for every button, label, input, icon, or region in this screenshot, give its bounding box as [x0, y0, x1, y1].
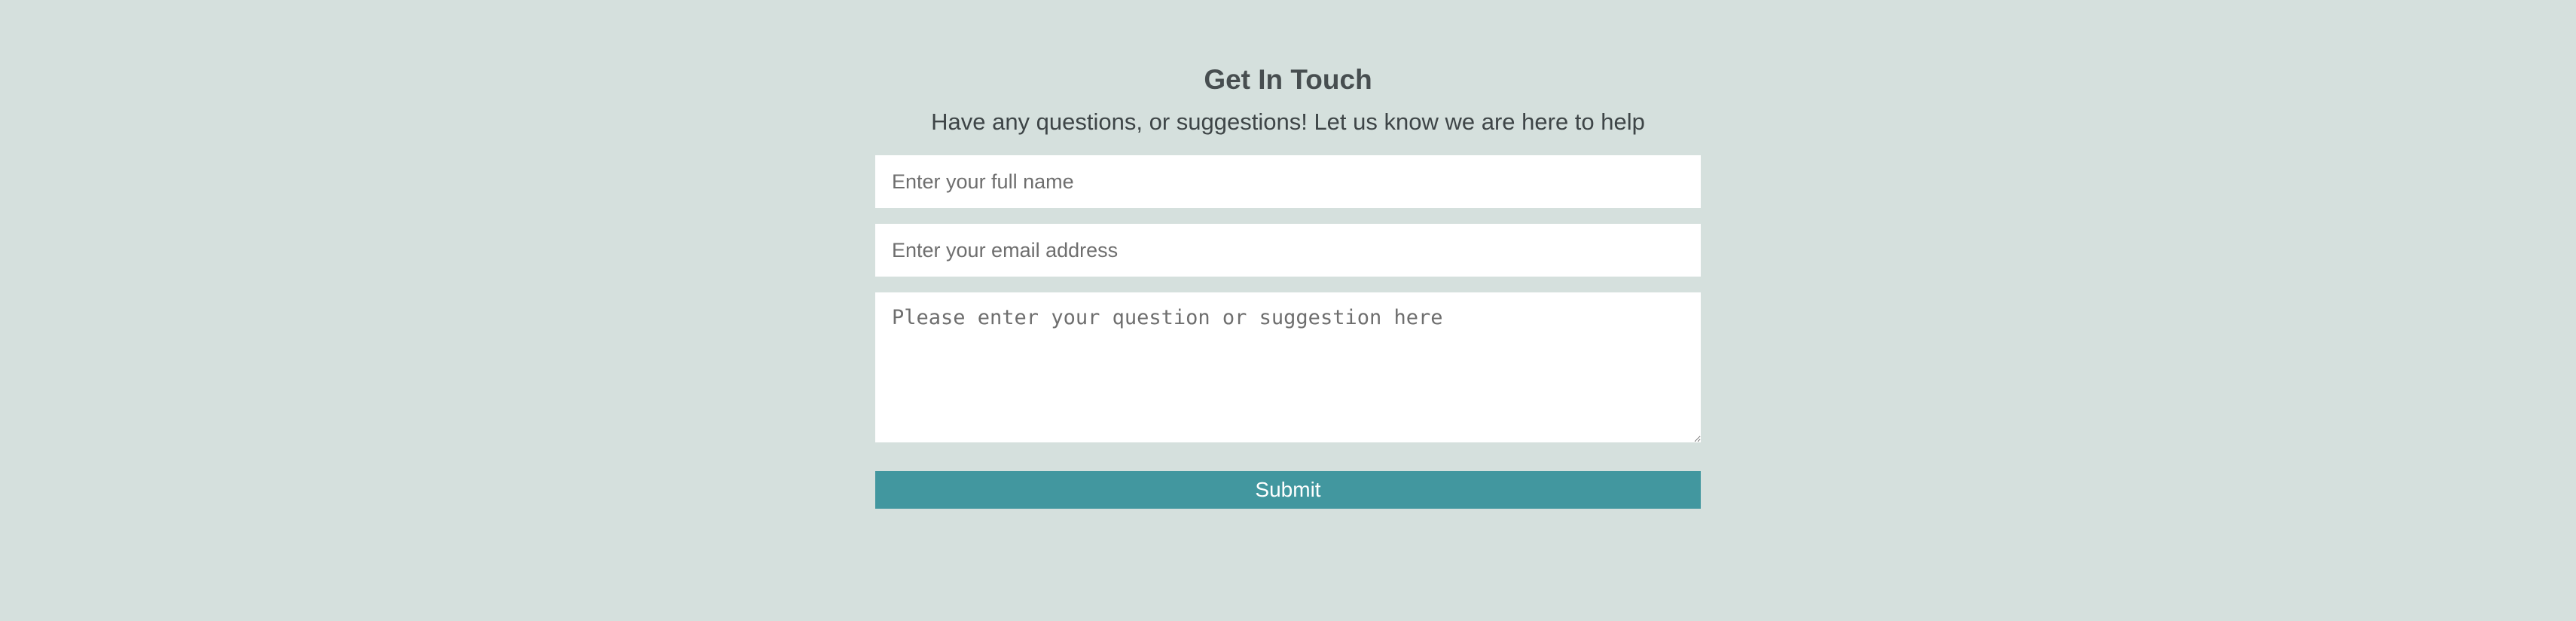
form-title: Get In Touch [1204, 64, 1372, 95]
form-subtitle: Have any questions, or suggestions! Let … [931, 109, 1645, 135]
submit-button[interactable]: Submit [875, 471, 1701, 509]
contact-form: Get In Touch Have any questions, or sugg… [875, 60, 1701, 509]
message-textarea[interactable] [875, 292, 1701, 442]
full-name-input[interactable] [875, 155, 1701, 208]
email-input[interactable] [875, 224, 1701, 277]
